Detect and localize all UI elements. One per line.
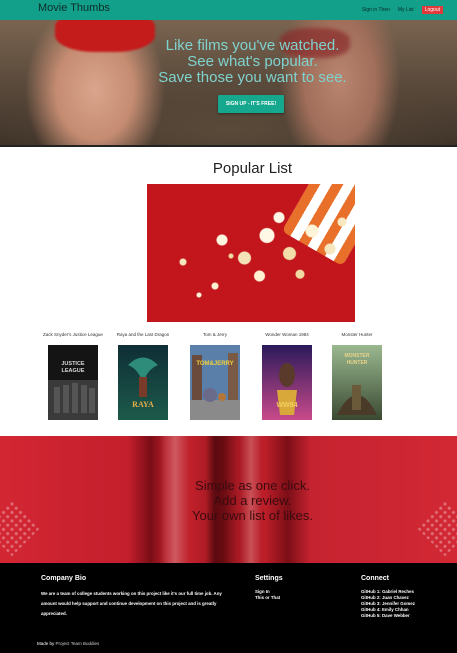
nav-link-sign-in-then[interactable]: Sign in Then (362, 7, 390, 13)
movie-poster[interactable]: MONSTER HUNTER (332, 345, 382, 420)
movie-title[interactable]: Monster Hunter (322, 330, 392, 340)
hero-banner: Like films you've watched. See what's po… (0, 20, 457, 145)
feature-line-3: Your own list of likes. (192, 508, 313, 523)
movie-poster[interactable]: WW84 (262, 345, 312, 420)
movie-poster[interactable]: RAYA (118, 345, 168, 420)
feature-line-1: Simple as one click. (195, 478, 310, 493)
nav-link-my-list[interactable]: My List (398, 7, 414, 13)
svg-text:TOM&JERRY: TOM&JERRY (196, 361, 233, 367)
movie-poster[interactable]: JUSTICE LEAGUE (48, 345, 98, 420)
svg-text:JUSTICE: JUSTICE (61, 361, 85, 367)
feature-banner: Simple as one click. Add a review. Your … (0, 436, 457, 563)
logout-button[interactable]: Logout (421, 6, 443, 14)
footer-connect-title: Connect (361, 575, 389, 582)
brand-logo[interactable]: Movie Thumbs (38, 2, 110, 14)
movie-card[interactable]: Monster Hunter MONSTER HUNTER (322, 330, 392, 420)
signup-button[interactable]: SIGN UP - IT'S FREE! (218, 95, 284, 113)
movie-poster[interactable]: TOM&JERRY (190, 345, 240, 420)
svg-text:RAYA: RAYA (132, 400, 154, 409)
made-by-label: Made by (37, 641, 55, 646)
github-link-5[interactable]: GitHub 5: Dave Webber (361, 613, 415, 619)
footer-connect-list: GitHub 1: Gabriel Reches GitHub 2: Juan … (361, 589, 415, 619)
svg-text:WW84: WW84 (277, 402, 298, 409)
hero-line-3: Save those you want to see. (158, 69, 347, 86)
hero-headline: Like films you've watched. See what's po… (0, 38, 457, 86)
svg-text:LEAGUE: LEAGUE (62, 368, 85, 374)
footer-bio-title: Company Bio (41, 575, 87, 582)
footer-credit: Made by Project Team Buddies (37, 641, 99, 646)
team-link[interactable]: Project Team Buddies (56, 641, 100, 646)
section-divider (0, 145, 457, 147)
movie-card[interactable]: Wonder Woman 1984 WW84 (252, 330, 322, 420)
footer-bio-text: We are a team of college students workin… (41, 591, 222, 616)
feature-line-2: Add a review. (213, 493, 292, 508)
hero-line-2: See what's popular. (187, 53, 318, 70)
svg-text:HUNTER: HUNTER (347, 360, 368, 366)
movie-list: Zack Snyder's Justice League JUSTICE LEA… (0, 330, 457, 425)
nav-links: Sign in Then My List Logout (362, 6, 443, 14)
movie-card[interactable]: Tom & Jerry TOM&JERRY (180, 330, 250, 420)
svg-text:MONSTER: MONSTER (345, 353, 370, 359)
movie-title[interactable]: Raya and the Last Dragon (108, 330, 178, 340)
footer: Company Bio We are a team of college stu… (0, 563, 457, 653)
movie-title[interactable]: Tom & Jerry (180, 330, 250, 340)
footer-settings-title: Settings (255, 575, 283, 582)
feature-text: Simple as one click. Add a review. Your … (0, 478, 457, 523)
top-nav: Movie Thumbs Sign in Then My List Logout (0, 0, 457, 20)
footer-settings-list: Sign In This or That (255, 589, 280, 601)
popular-list-title: Popular List (212, 160, 293, 177)
popcorn-scatter (167, 244, 247, 304)
movie-card[interactable]: Raya and the Last Dragon RAYA (108, 330, 178, 420)
movie-title[interactable]: Wonder Woman 1984 (252, 330, 322, 340)
footer-link-this-or-that[interactable]: This or That (255, 595, 280, 601)
popcorn-image (147, 184, 355, 322)
movie-title[interactable]: Zack Snyder's Justice League (38, 330, 108, 340)
hero-line-1: Like films you've watched. (165, 37, 340, 54)
movie-card[interactable]: Zack Snyder's Justice League JUSTICE LEA… (38, 330, 108, 420)
